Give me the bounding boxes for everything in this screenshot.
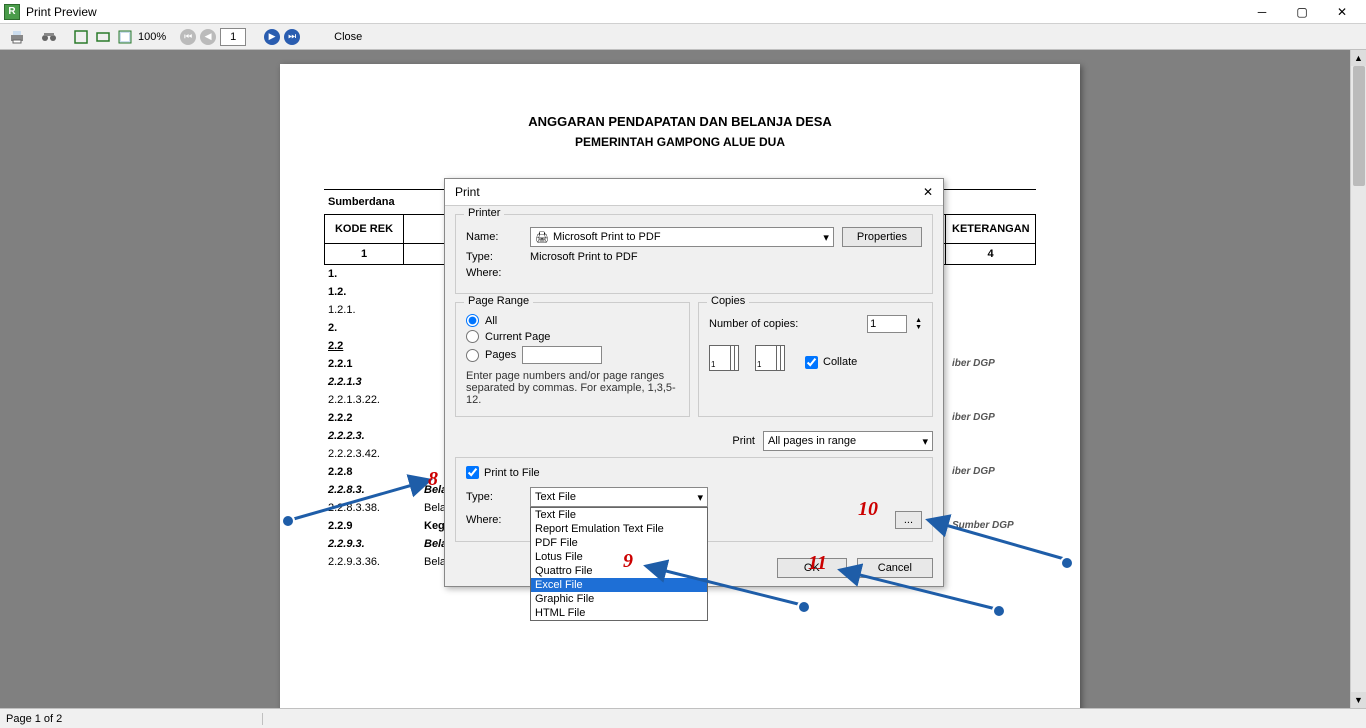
binoculars-icon[interactable] (40, 28, 58, 46)
printer-name-select[interactable]: 🖨Microsoft Print to PDF ▾ (530, 227, 834, 247)
printer-where-label: Where: (466, 267, 522, 279)
file-type-option[interactable]: HTML File (531, 606, 707, 620)
maximize-button[interactable]: ▢ (1282, 0, 1322, 24)
copies-fieldset: Copies Number of copies: ▲▼ 321 321 Coll… (698, 302, 933, 417)
file-type-option[interactable]: Quattro File (531, 564, 707, 578)
annotation-dot (1060, 556, 1074, 570)
prev-page-button[interactable]: ◀ (200, 29, 216, 45)
file-type-option[interactable]: Graphic File (531, 592, 707, 606)
copies-down[interactable]: ▼ (915, 324, 922, 331)
status-page: Page 1 of 2 (6, 713, 263, 725)
scroll-down-button[interactable]: ▼ (1351, 692, 1366, 708)
printer-type-label: Type: (466, 251, 522, 263)
copies-legend: Copies (707, 295, 749, 307)
print-to-file-checkbox[interactable] (466, 466, 479, 479)
range-current-radio[interactable] (466, 330, 479, 343)
copies-input[interactable] (867, 315, 907, 333)
copies-up[interactable]: ▲ (915, 317, 922, 324)
close-window-button[interactable]: ✕ (1322, 0, 1362, 24)
dialog-titlebar: Print ✕ (445, 179, 943, 206)
file-type-option[interactable]: Report Emulation Text File (531, 522, 707, 536)
collate-checkbox[interactable] (805, 356, 818, 369)
cancel-button[interactable]: Cancel (857, 558, 933, 578)
ok-button[interactable]: OK (777, 558, 847, 578)
page-range-fieldset: Page Range All Current Page Pages Enter … (455, 302, 690, 417)
print-icon[interactable] (8, 28, 26, 46)
first-page-button[interactable]: ⏮ (180, 29, 196, 45)
range-pages-radio[interactable] (466, 349, 479, 362)
next-page-button[interactable]: ▶ (264, 29, 280, 45)
print-select[interactable]: All pages in range▾ (763, 431, 933, 451)
annotation-dot (281, 514, 295, 528)
vertical-scrollbar[interactable]: ▲ ▼ (1350, 50, 1366, 708)
close-button[interactable]: Close (334, 31, 362, 43)
file-type-select[interactable]: Text File▾ (530, 487, 708, 507)
printer-fieldset: Printer Name: 🖨Microsoft Print to PDF ▾ … (455, 214, 933, 294)
page-number-input[interactable] (220, 28, 246, 46)
window-title: Print Preview (26, 5, 1242, 19)
annotation-dot (797, 600, 811, 614)
range-all-radio[interactable] (466, 314, 479, 327)
print-select-label: Print (732, 435, 755, 447)
dialog-title: Print (455, 185, 480, 199)
col-kode-header: KODE REK (324, 215, 404, 243)
titlebar: R Print Preview ─ ▢ ✕ (0, 0, 1366, 24)
printer-name-label: Name: (466, 231, 522, 243)
minimize-button[interactable]: ─ (1242, 0, 1282, 24)
printer-legend: Printer (464, 207, 504, 219)
browse-file-button[interactable]: ... (895, 511, 922, 529)
range-hint: Enter page numbers and/or page ranges se… (466, 370, 679, 406)
dialog-close-icon[interactable]: ✕ (923, 185, 933, 199)
range-pages-input[interactable] (522, 346, 602, 364)
num-1: 1 (324, 244, 404, 264)
collate-icon: 321 321 (709, 345, 791, 379)
num-4: 4 (946, 244, 1036, 264)
printer-icon: 🖨 (535, 231, 549, 244)
toolbar: 100% ⏮ ◀ ▶ ⏭ Close (0, 24, 1366, 50)
annotation-dot (992, 604, 1006, 618)
zoom-value[interactable]: 100% (138, 31, 166, 43)
statusbar: Page 1 of 2 (0, 708, 1366, 728)
print-dialog: Print ✕ Printer Name: 🖨Microsoft Print t… (444, 178, 944, 587)
printer-type-value: Microsoft Print to PDF (530, 251, 638, 263)
last-page-button[interactable]: ⏭ (284, 29, 300, 45)
print-to-file-section: Print to File Type: Text File▾ Text File… (455, 457, 933, 542)
file-type-option[interactable]: Lotus File (531, 550, 707, 564)
page-range-legend: Page Range (464, 295, 533, 307)
scroll-thumb[interactable] (1353, 66, 1365, 186)
zoom-page-width-icon[interactable] (94, 28, 112, 46)
copies-label: Number of copies: (709, 318, 798, 330)
zoom-100-icon[interactable] (116, 28, 134, 46)
app-icon: R (4, 4, 20, 20)
file-type-dropdown-list[interactable]: Text FileReport Emulation Text FilePDF F… (530, 507, 708, 621)
file-where-label: Where: (466, 514, 522, 526)
scroll-up-button[interactable]: ▲ (1351, 50, 1366, 66)
zoom-whole-page-icon[interactable] (72, 28, 90, 46)
window-controls: ─ ▢ ✕ (1242, 0, 1362, 24)
properties-button[interactable]: Properties (842, 227, 922, 247)
file-type-option[interactable]: Excel File (531, 578, 707, 592)
doc-subtitle: PEMERINTAH GAMPONG ALUE DUA (324, 135, 1036, 149)
doc-title: ANGGARAN PENDAPATAN DAN BELANJA DESA (324, 114, 1036, 129)
col-ket-header: KETERANGAN (946, 215, 1036, 243)
file-type-option[interactable]: Text File (531, 508, 707, 522)
file-type-label: Type: (466, 491, 522, 503)
file-type-option[interactable]: PDF File (531, 536, 707, 550)
